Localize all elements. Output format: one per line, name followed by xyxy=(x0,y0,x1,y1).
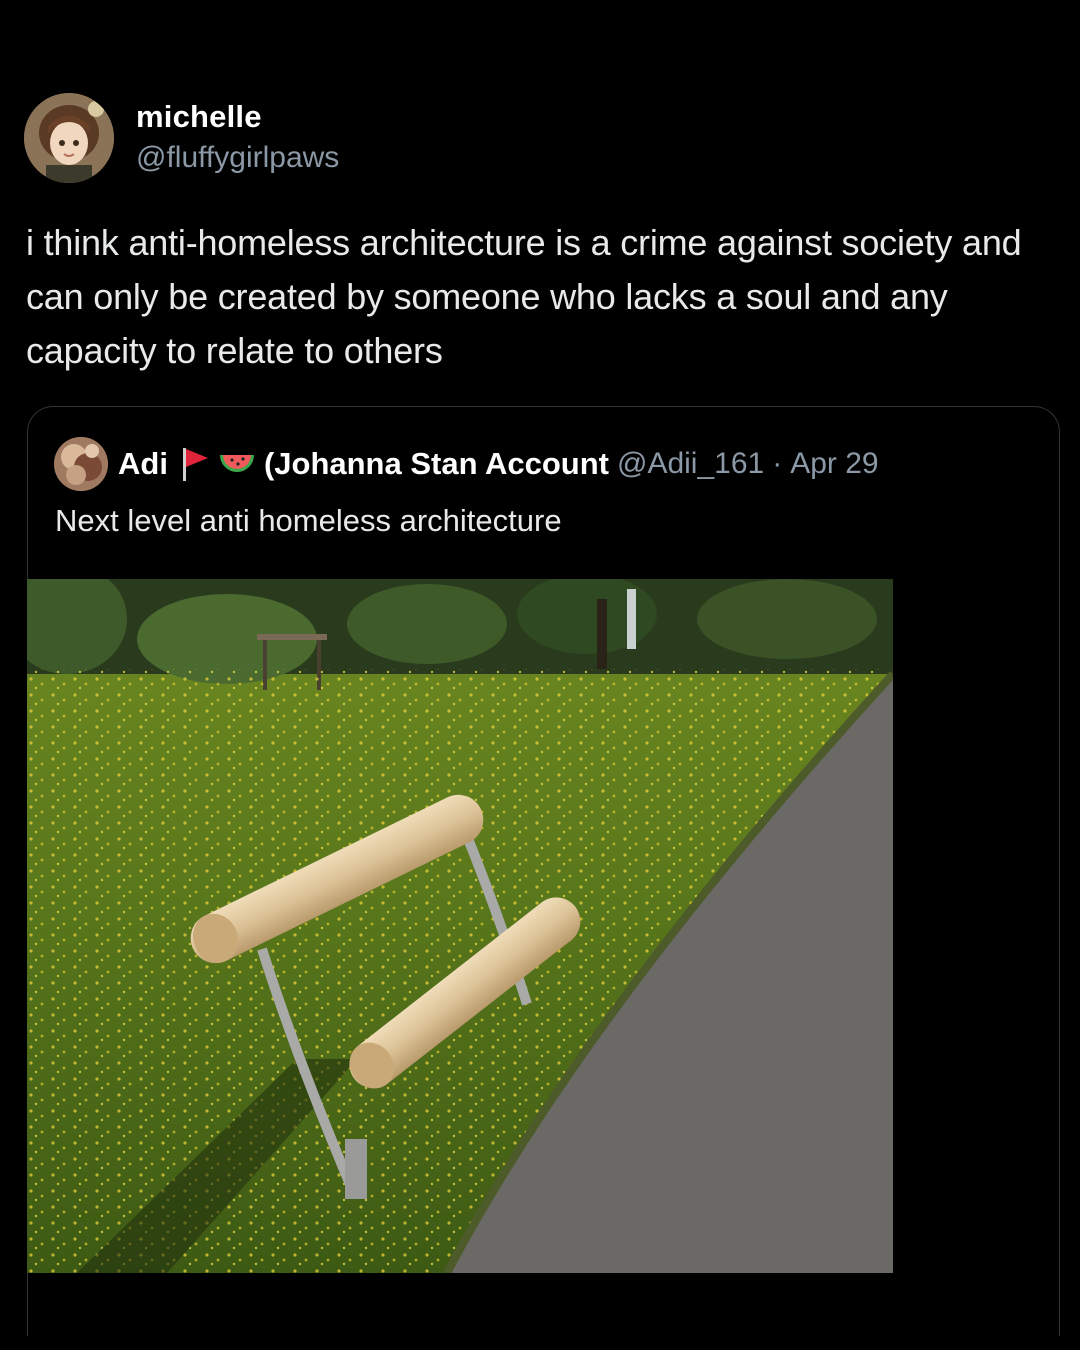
tweet-author: michelle @fluffygirlpaws xyxy=(24,92,339,184)
quoted-photo[interactable] xyxy=(27,579,893,1273)
quoted-date[interactable]: Apr 29 xyxy=(790,447,878,481)
quoted-tweet-text: Next level anti homeless architecture xyxy=(55,503,562,538)
quoted-author-name[interactable]: Adi xyxy=(118,446,168,482)
watermelon-icon xyxy=(218,449,256,479)
quoted-avatar[interactable] xyxy=(54,437,108,491)
tweet: michelle @fluffygirlpaws i think anti-ho… xyxy=(0,0,1080,1350)
bench-photo xyxy=(27,579,893,1273)
separator-dot: · xyxy=(772,447,783,480)
author-handle[interactable]: @fluffygirlpaws xyxy=(136,137,339,179)
quoted-tweet[interactable]: Adi (Johanna Stan Account @Adii_161 · Ap… xyxy=(27,406,1060,1336)
avatar-image xyxy=(24,93,114,183)
quoted-tweet-header: Adi (Johanna Stan Account @Adii_161 · Ap… xyxy=(54,437,879,491)
author-name[interactable]: michelle xyxy=(136,97,339,137)
tweet-text: i think anti-homeless architecture is a … xyxy=(26,222,1022,371)
avatar[interactable] xyxy=(24,93,114,183)
triangular-flag-icon xyxy=(180,445,210,483)
quoted-avatar-image xyxy=(54,437,108,491)
quoted-author-nickname[interactable]: (Johanna Stan Account xyxy=(264,446,609,482)
quoted-author-handle[interactable]: @Adii_161 xyxy=(617,447,764,481)
